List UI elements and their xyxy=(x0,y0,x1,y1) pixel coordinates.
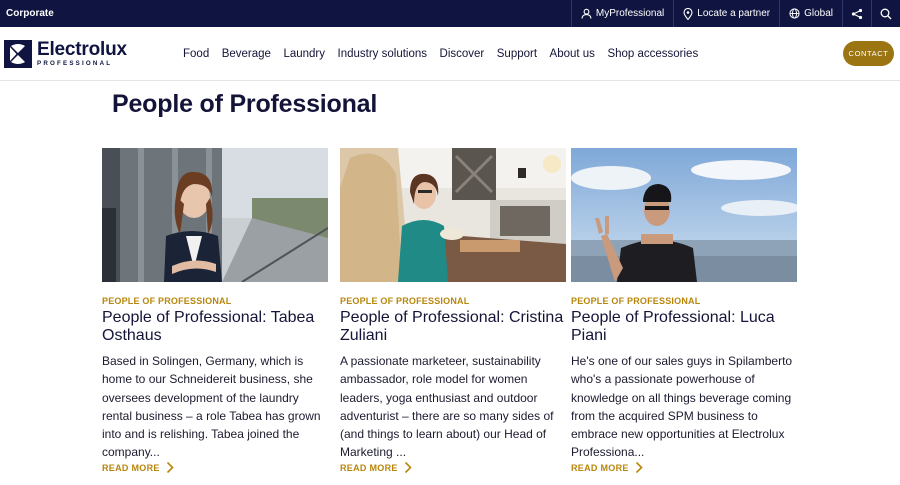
logo-mark-icon xyxy=(4,40,32,68)
region-label: Global xyxy=(804,8,833,19)
article-image-cristina[interactable] xyxy=(340,148,566,282)
corporate-link[interactable]: Corporate xyxy=(6,0,54,27)
search-button[interactable] xyxy=(871,0,900,27)
article-title[interactable]: People of Professional: Luca Piani xyxy=(571,309,797,345)
logo-wordmark: Electrolux xyxy=(37,39,127,61)
article-card-cristina: PEOPLE OF PROFESSIONAL People of Profess… xyxy=(340,148,566,462)
nav-item-discover[interactable]: Discover xyxy=(440,48,485,60)
read-more-label: READ MORE xyxy=(102,462,160,473)
article-category: PEOPLE OF PROFESSIONAL xyxy=(340,296,470,306)
share-icon xyxy=(851,8,863,19)
utility-links: MyProfessional Locate a partner Global xyxy=(570,0,900,27)
article-image-tabea[interactable] xyxy=(102,148,328,282)
read-more-link-tabea[interactable]: READ MORE xyxy=(102,461,174,474)
article-title[interactable]: People of Professional: Cristina Zuliani xyxy=(340,309,566,345)
article-category: PEOPLE OF PROFESSIONAL xyxy=(571,296,701,306)
main-navigation: Electrolux PROFESSIONAL Food Beverage La… xyxy=(0,27,900,81)
chevron-right-icon xyxy=(166,461,174,474)
page-title: People of Professional xyxy=(112,90,378,118)
read-more-label: READ MORE xyxy=(340,462,398,473)
electrolux-professional-logo[interactable]: Electrolux PROFESSIONAL xyxy=(4,40,127,68)
my-professional-link[interactable]: MyProfessional xyxy=(570,0,673,27)
location-pin-icon xyxy=(683,7,693,20)
nav-item-about-us[interactable]: About us xyxy=(550,48,595,60)
nav-links: Food Beverage Laundry Industry solutions… xyxy=(183,27,711,81)
article-card-luca: PEOPLE OF PROFESSIONAL People of Profess… xyxy=(571,148,797,462)
share-button[interactable] xyxy=(842,0,871,27)
nav-item-support[interactable]: Support xyxy=(497,48,537,60)
my-professional-label: MyProfessional xyxy=(595,8,665,19)
nav-item-laundry[interactable]: Laundry xyxy=(283,48,325,60)
article-card-tabea: PEOPLE OF PROFESSIONAL People of Profess… xyxy=(102,148,328,462)
read-more-label: READ MORE xyxy=(571,462,629,473)
nav-item-beverage[interactable]: Beverage xyxy=(222,48,271,60)
article-description: Based in Solingen, Germany, which is hom… xyxy=(102,354,321,460)
contact-button[interactable]: CONTACT xyxy=(843,41,894,66)
nav-item-industry-solutions[interactable]: Industry solutions xyxy=(338,48,428,60)
nav-item-food[interactable]: Food xyxy=(183,48,209,60)
article-image-luca[interactable] xyxy=(571,148,797,282)
chevron-right-icon xyxy=(404,461,412,474)
nav-item-shop-accessories[interactable]: Shop accessories xyxy=(607,48,698,60)
globe-icon xyxy=(789,8,800,19)
search-icon xyxy=(880,8,892,19)
read-more-link-luca[interactable]: READ MORE xyxy=(571,461,643,474)
user-icon xyxy=(581,8,592,19)
article-description: A passionate marketeer, sustainability a… xyxy=(340,354,554,460)
article-description: He's one of our sales guys in Spilambert… xyxy=(571,354,793,460)
logo-subtitle: PROFESSIONAL xyxy=(37,60,113,68)
locate-partner-label: Locate a partner xyxy=(697,8,771,19)
read-more-link-cristina[interactable]: READ MORE xyxy=(340,461,412,474)
locate-partner-link[interactable]: Locate a partner xyxy=(673,0,779,27)
top-utility-bar: Corporate MyProfessional Locate a partne… xyxy=(0,0,900,27)
region-selector[interactable]: Global xyxy=(779,0,842,27)
article-title[interactable]: People of Professional: Tabea Osthaus xyxy=(102,309,328,345)
article-category: PEOPLE OF PROFESSIONAL xyxy=(102,296,232,306)
chevron-right-icon xyxy=(635,461,643,474)
